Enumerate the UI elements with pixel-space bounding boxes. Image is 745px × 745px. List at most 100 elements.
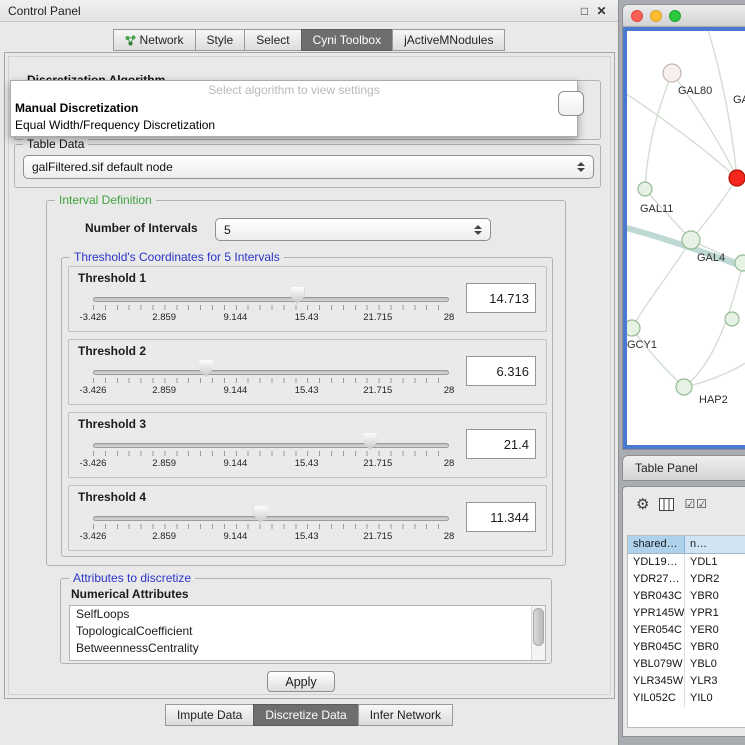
mac-zoom-button[interactable] xyxy=(669,10,681,22)
threshold-label: Threshold 1 xyxy=(78,271,146,285)
number-of-intervals-combobox[interactable]: 5 xyxy=(215,218,491,241)
algorithm-option-equal-width-frequency[interactable]: Equal Width/Frequency Discretization xyxy=(11,117,577,134)
table-row[interactable]: YBL079W YBL0 xyxy=(628,656,745,673)
threshold-value-field[interactable]: 11.344 xyxy=(466,502,536,532)
slider-tick-labels: -3.426 2.859 9.144 15.43 21.715 28 xyxy=(93,385,449,397)
column-header-shared-name[interactable]: shared… xyxy=(628,536,685,553)
threshold-label: Threshold 3 xyxy=(78,417,146,431)
control-panel-titlebar: Control Panel □ ✕ xyxy=(0,0,618,22)
tab-label: Style xyxy=(207,33,234,47)
tick-label: 28 xyxy=(444,458,455,469)
tab-label: Cyni Toolbox xyxy=(313,33,381,47)
network-node[interactable] xyxy=(725,312,739,326)
apply-button[interactable]: Apply xyxy=(267,671,335,692)
tick-label: 21.715 xyxy=(363,385,392,396)
slider-track[interactable] xyxy=(93,443,449,448)
tick-label: 2.859 xyxy=(152,531,176,542)
network-canvas[interactable]: GAL80 GA GAL11 GAL4 GCY1 HAP2 xyxy=(623,27,745,449)
table-row[interactable]: YLR345W YLR3 xyxy=(628,673,745,690)
table-panel-title: Table Panel xyxy=(635,461,698,475)
slider-tick-marks xyxy=(93,524,450,529)
table-row[interactable]: YPR145W YPR1 xyxy=(628,605,745,622)
slider-track[interactable] xyxy=(93,370,449,375)
table-data-combobox[interactable]: galFiltered.sif default node xyxy=(23,155,594,179)
table-data-group-title: Table Data xyxy=(23,137,88,151)
slider-tick-labels: -3.426 2.859 9.144 15.43 21.715 28 xyxy=(93,531,449,543)
table-cell: YER0 xyxy=(685,622,745,639)
network-node[interactable] xyxy=(638,182,652,196)
tab-label: Select xyxy=(256,33,289,47)
network-node[interactable] xyxy=(676,379,692,395)
list-scrollbar[interactable] xyxy=(531,606,545,660)
table-cell: YIL052C xyxy=(628,690,685,707)
scrollbar-thumb[interactable] xyxy=(533,608,544,646)
threshold-value-field[interactable]: 21.4 xyxy=(466,429,536,459)
tab-discretize-data[interactable]: Discretize Data xyxy=(253,704,358,726)
network-node-label: GAL80 xyxy=(678,85,712,97)
float-window-icon[interactable]: □ xyxy=(576,4,593,18)
network-node[interactable] xyxy=(735,255,745,271)
node-table: shared… n… YDL19… YDL1 YDR27… YDR2 YBR04… xyxy=(627,535,745,728)
algorithm-placeholder-option[interactable]: Select algorithm to view settings xyxy=(11,81,577,100)
table-header-row: shared… n… xyxy=(628,536,745,554)
interval-definition-group-title: Interval Definition xyxy=(55,193,156,207)
table-cell: YLR3 xyxy=(685,673,745,690)
attribute-list-item[interactable]: TopologicalCoefficient xyxy=(70,623,545,640)
tab-select[interactable]: Select xyxy=(244,29,301,51)
network-graph[interactable]: GAL80 GA GAL11 GAL4 GCY1 HAP2 xyxy=(627,31,745,447)
network-node-selected[interactable] xyxy=(729,170,745,186)
slider-track[interactable] xyxy=(93,297,449,302)
tab-infer-network[interactable]: Infer Network xyxy=(358,704,453,726)
table-panel-header[interactable]: Table Panel xyxy=(622,455,745,481)
slider-track[interactable] xyxy=(93,516,449,521)
control-panel-tab-bar: Network Style Select Cyni Toolbox jActiv… xyxy=(0,29,619,51)
interval-definition-group: Interval Definition Number of Intervals … xyxy=(46,200,566,566)
column-header-name[interactable]: n… xyxy=(685,536,745,553)
mac-close-button[interactable] xyxy=(631,10,643,22)
close-icon[interactable]: ✕ xyxy=(593,4,610,18)
tick-label: 9.144 xyxy=(224,458,248,469)
table-row[interactable]: YDL19… YDL1 xyxy=(628,554,745,571)
checkbox-columns-icon[interactable]: ☑☑ xyxy=(684,498,708,510)
algorithm-combobox-fragment[interactable] xyxy=(558,91,584,116)
gear-icon[interactable]: ⚙ xyxy=(636,497,649,512)
tab-network[interactable]: Network xyxy=(113,29,196,51)
tab-cyni-toolbox[interactable]: Cyni Toolbox xyxy=(301,29,393,51)
table-cell: YBR0 xyxy=(685,588,745,605)
algorithm-option-manual-discretization[interactable]: Manual Discretization xyxy=(11,100,577,117)
network-window-titlebar xyxy=(623,5,745,27)
network-node[interactable] xyxy=(663,64,681,82)
table-row[interactable]: YDR27… YDR2 xyxy=(628,571,745,588)
table-row[interactable]: YBR043C YBR0 xyxy=(628,588,745,605)
tab-style[interactable]: Style xyxy=(195,29,246,51)
tick-label: 15.43 xyxy=(295,458,319,469)
tab-jactivemnodules[interactable]: jActiveMNodules xyxy=(392,29,505,51)
table-row[interactable]: YER054C YER0 xyxy=(628,622,745,639)
threshold-value-field[interactable]: 14.713 xyxy=(466,283,536,313)
network-node-label: GCY1 xyxy=(627,339,657,351)
bottom-tab-bar: Impute Data Discretize Data Infer Networ… xyxy=(0,704,619,726)
tick-label: 2.859 xyxy=(152,458,176,469)
threshold-panel: Threshold 2 -3.426 2.859 9.144 15.43 21.… xyxy=(68,339,547,405)
attribute-list-item[interactable]: BetweennessCentrality xyxy=(70,640,545,657)
table-cell: YPR145W xyxy=(628,605,685,622)
mac-minimize-button[interactable] xyxy=(650,10,662,22)
tab-label: jActiveMNodules xyxy=(404,33,493,47)
table-cell: YDL1 xyxy=(685,554,745,571)
threshold-value-field[interactable]: 6.316 xyxy=(466,356,536,386)
table-cell: YBR0 xyxy=(685,639,745,656)
network-node-label: GAL11 xyxy=(640,203,673,215)
network-node[interactable] xyxy=(682,231,700,249)
columns-icon[interactable] xyxy=(659,498,674,511)
tab-impute-data[interactable]: Impute Data xyxy=(165,704,254,726)
table-row[interactable]: YIL052C YIL0 xyxy=(628,690,745,707)
table-cell: YPR1 xyxy=(685,605,745,622)
network-node[interactable] xyxy=(627,320,640,336)
table-row[interactable]: YBR045C YBR0 xyxy=(628,639,745,656)
table-cell: YBL079W xyxy=(628,656,685,673)
tick-label: 21.715 xyxy=(363,312,392,323)
tick-label: -3.426 xyxy=(80,385,107,396)
attribute-list-item[interactable]: SelfLoops xyxy=(70,606,545,623)
numerical-attributes-list[interactable]: SelfLoops TopologicalCoefficient Between… xyxy=(69,605,546,661)
tick-label: 28 xyxy=(444,385,455,396)
